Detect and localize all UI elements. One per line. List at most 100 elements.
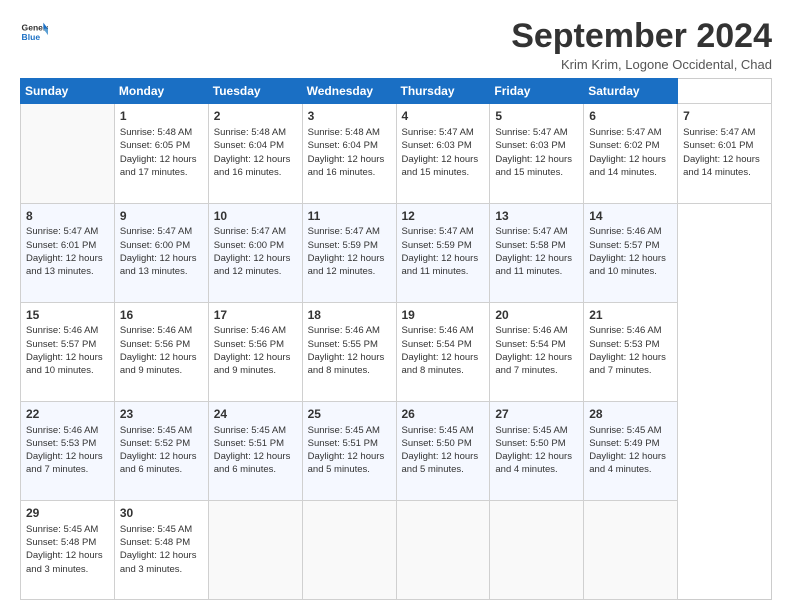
day-info-line: Sunrise: 5:45 AM (214, 424, 297, 437)
empty-cell (21, 104, 115, 203)
day-info-line: Daylight: 12 hours (26, 252, 109, 265)
day-info-line: Sunrise: 5:45 AM (495, 424, 578, 437)
day-info-line: Sunset: 5:55 PM (308, 338, 391, 351)
table-row: 25Sunrise: 5:45 AMSunset: 5:51 PMDayligh… (302, 401, 396, 500)
day-info-line: Sunset: 5:57 PM (26, 338, 109, 351)
day-number: 18 (308, 307, 391, 324)
day-info-line: Daylight: 12 hours (308, 450, 391, 463)
day-info-line: and 11 minutes. (495, 265, 578, 278)
day-info-line: Daylight: 12 hours (683, 153, 766, 166)
day-info-line: and 16 minutes. (214, 166, 297, 179)
day-info-line: Sunset: 6:02 PM (589, 139, 672, 152)
day-number: 26 (402, 406, 485, 423)
calendar-table: Sunday Monday Tuesday Wednesday Thursday… (20, 78, 772, 600)
table-row (490, 500, 584, 599)
table-row: 23Sunrise: 5:45 AMSunset: 5:52 PMDayligh… (114, 401, 208, 500)
table-row: 20Sunrise: 5:46 AMSunset: 5:54 PMDayligh… (490, 302, 584, 401)
day-number: 28 (589, 406, 672, 423)
day-info-line: and 8 minutes. (308, 364, 391, 377)
day-info-line: Sunrise: 5:47 AM (308, 225, 391, 238)
table-row: 3Sunrise: 5:48 AMSunset: 6:04 PMDaylight… (302, 104, 396, 203)
day-info-line: Daylight: 12 hours (120, 351, 203, 364)
table-row: 27Sunrise: 5:45 AMSunset: 5:50 PMDayligh… (490, 401, 584, 500)
table-row: 22Sunrise: 5:46 AMSunset: 5:53 PMDayligh… (21, 401, 115, 500)
table-row (208, 500, 302, 599)
table-row (584, 500, 678, 599)
day-info-line: and 17 minutes. (120, 166, 203, 179)
day-number: 15 (26, 307, 109, 324)
day-number: 17 (214, 307, 297, 324)
day-info-line: Daylight: 12 hours (495, 252, 578, 265)
day-info-line: Daylight: 12 hours (589, 351, 672, 364)
day-info-line: Sunrise: 5:47 AM (683, 126, 766, 139)
day-number: 2 (214, 108, 297, 125)
day-number: 14 (589, 208, 672, 225)
col-friday: Friday (490, 79, 584, 104)
table-row: 11Sunrise: 5:47 AMSunset: 5:59 PMDayligh… (302, 203, 396, 302)
day-info-line: Daylight: 12 hours (120, 153, 203, 166)
col-sunday: Sunday (21, 79, 115, 104)
day-info-line: Sunrise: 5:48 AM (214, 126, 297, 139)
day-info-line: and 4 minutes. (589, 463, 672, 476)
day-info-line: Sunset: 5:50 PM (495, 437, 578, 450)
day-info-line: Sunset: 5:59 PM (308, 239, 391, 252)
day-info-line: Daylight: 12 hours (214, 153, 297, 166)
table-row: 28Sunrise: 5:45 AMSunset: 5:49 PMDayligh… (584, 401, 678, 500)
table-row: 18Sunrise: 5:46 AMSunset: 5:55 PMDayligh… (302, 302, 396, 401)
day-info-line: Daylight: 12 hours (120, 450, 203, 463)
day-info-line: Daylight: 12 hours (402, 351, 485, 364)
day-info-line: and 7 minutes. (589, 364, 672, 377)
table-row: 9Sunrise: 5:47 AMSunset: 6:00 PMDaylight… (114, 203, 208, 302)
day-info-line: Daylight: 12 hours (402, 153, 485, 166)
day-info-line: Daylight: 12 hours (120, 549, 203, 562)
day-number: 16 (120, 307, 203, 324)
table-row: 16Sunrise: 5:46 AMSunset: 5:56 PMDayligh… (114, 302, 208, 401)
day-info-line: Daylight: 12 hours (26, 450, 109, 463)
day-info-line: Sunrise: 5:47 AM (120, 225, 203, 238)
day-number: 19 (402, 307, 485, 324)
day-info-line: Sunset: 6:03 PM (402, 139, 485, 152)
table-row: 1Sunrise: 5:48 AMSunset: 6:05 PMDaylight… (114, 104, 208, 203)
day-info-line: and 6 minutes. (120, 463, 203, 476)
day-number: 1 (120, 108, 203, 125)
table-row: 5Sunrise: 5:47 AMSunset: 6:03 PMDaylight… (490, 104, 584, 203)
table-row: 15Sunrise: 5:46 AMSunset: 5:57 PMDayligh… (21, 302, 115, 401)
table-row: 6Sunrise: 5:47 AMSunset: 6:02 PMDaylight… (584, 104, 678, 203)
day-info-line: Daylight: 12 hours (589, 153, 672, 166)
table-row (396, 500, 490, 599)
main-title: September 2024 (511, 18, 772, 55)
logo: General Blue (20, 18, 48, 46)
day-info-line: Daylight: 12 hours (26, 351, 109, 364)
day-info-line: and 5 minutes. (308, 463, 391, 476)
day-info-line: and 10 minutes. (26, 364, 109, 377)
day-number: 29 (26, 505, 109, 522)
table-row: 24Sunrise: 5:45 AMSunset: 5:51 PMDayligh… (208, 401, 302, 500)
day-info-line: and 7 minutes. (26, 463, 109, 476)
day-info-line: Sunset: 6:03 PM (495, 139, 578, 152)
day-info-line: Sunset: 5:59 PM (402, 239, 485, 252)
header: General Blue September 2024 Krim Krim, L… (20, 18, 772, 72)
day-info-line: and 13 minutes. (26, 265, 109, 278)
day-info-line: Sunset: 5:52 PM (120, 437, 203, 450)
day-info-line: Daylight: 12 hours (495, 153, 578, 166)
day-number: 3 (308, 108, 391, 125)
day-number: 10 (214, 208, 297, 225)
day-info-line: and 3 minutes. (26, 563, 109, 576)
day-info-line: Sunset: 5:51 PM (214, 437, 297, 450)
day-info-line: Sunrise: 5:45 AM (120, 523, 203, 536)
day-info-line: Sunset: 5:48 PM (120, 536, 203, 549)
day-info-line: Sunrise: 5:46 AM (495, 324, 578, 337)
col-wednesday: Wednesday (302, 79, 396, 104)
day-info-line: Sunrise: 5:48 AM (308, 126, 391, 139)
table-row: 10Sunrise: 5:47 AMSunset: 6:00 PMDayligh… (208, 203, 302, 302)
day-info-line: Sunrise: 5:46 AM (214, 324, 297, 337)
table-row: 7Sunrise: 5:47 AMSunset: 6:01 PMDaylight… (678, 104, 772, 203)
table-row: 12Sunrise: 5:47 AMSunset: 5:59 PMDayligh… (396, 203, 490, 302)
day-info-line: Daylight: 12 hours (214, 351, 297, 364)
day-info-line: Sunrise: 5:46 AM (308, 324, 391, 337)
svg-text:Blue: Blue (22, 32, 41, 42)
col-saturday: Saturday (584, 79, 678, 104)
day-info-line: Sunset: 5:50 PM (402, 437, 485, 450)
day-info-line: Sunset: 6:01 PM (26, 239, 109, 252)
day-info-line: Sunset: 5:53 PM (589, 338, 672, 351)
